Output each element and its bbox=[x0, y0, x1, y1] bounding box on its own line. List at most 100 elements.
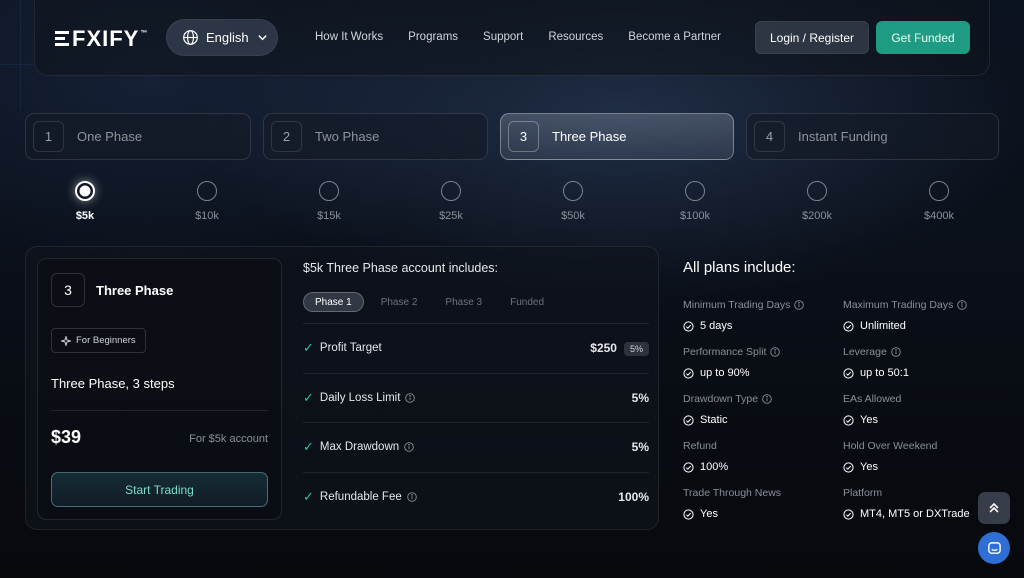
check-circle-icon bbox=[843, 320, 854, 332]
size-option-50k[interactable]: $50k bbox=[543, 181, 603, 222]
size-option-10k[interactable]: $10k bbox=[177, 181, 237, 222]
feature-value: Yes bbox=[700, 508, 718, 520]
info-icon[interactable] bbox=[762, 394, 772, 404]
brand-logo[interactable]: FXIFY ™ bbox=[55, 26, 148, 52]
size-option-25k[interactable]: $25k bbox=[421, 181, 481, 222]
badge-label: For Beginners bbox=[76, 335, 136, 346]
includes-list: ✓ Profit Target $250 5% ✓ Daily Loss Limi… bbox=[303, 323, 649, 521]
feature-label: Refund bbox=[683, 440, 717, 452]
row-label: Max Drawdown bbox=[319, 441, 400, 454]
feature-value-row: Yes bbox=[843, 461, 993, 473]
feature-value: up to 50:1 bbox=[860, 367, 909, 379]
nav-how-it-works[interactable]: How It Works bbox=[315, 31, 383, 43]
tab-three-phase[interactable]: 3 Three Phase bbox=[500, 113, 734, 160]
list-item: ✓ Max Drawdown 5% bbox=[303, 422, 649, 472]
tab-label: Two Phase bbox=[315, 129, 380, 144]
background-grid-line bbox=[0, 64, 34, 65]
feature-label-row: Minimum Trading Days bbox=[683, 299, 833, 311]
info-icon[interactable] bbox=[770, 347, 781, 357]
language-selector[interactable]: English bbox=[166, 19, 278, 56]
tab-instant-funding[interactable]: 4 Instant Funding bbox=[746, 113, 999, 160]
feature-value-row: 100% bbox=[683, 461, 833, 473]
feature-value-row: MT4, MT5 or DXTrade bbox=[843, 508, 993, 520]
chat-button[interactable] bbox=[978, 532, 1010, 564]
row-value: 5% bbox=[631, 440, 649, 455]
check-circle-icon bbox=[843, 461, 854, 473]
phase-tabs: Phase 1 Phase 2 Phase 3 Funded bbox=[303, 292, 561, 312]
feature-label: Hold Over Weekend bbox=[843, 440, 938, 452]
info-icon[interactable] bbox=[794, 300, 805, 310]
check-icon: ✓ bbox=[303, 488, 314, 504]
plan-description: Three Phase, 3 steps bbox=[51, 376, 175, 391]
nav-resources[interactable]: Resources bbox=[548, 31, 603, 43]
feature-value: Unlimited bbox=[860, 320, 906, 332]
info-icon[interactable] bbox=[957, 300, 968, 310]
feature-item: Platform MT4, MT5 or DXTrade bbox=[843, 487, 993, 520]
feature-value-row: up to 90% bbox=[683, 367, 833, 379]
feature-item: Trade Through News Yes bbox=[683, 487, 833, 520]
info-icon[interactable] bbox=[891, 347, 901, 357]
size-option-400k[interactable]: $400k bbox=[909, 181, 969, 222]
feature-label-row: Trade Through News bbox=[683, 487, 833, 499]
feature-value: MT4, MT5 or DXTrade bbox=[860, 508, 970, 520]
nav-programs[interactable]: Programs bbox=[408, 31, 458, 43]
info-icon[interactable] bbox=[404, 442, 414, 453]
phase-tab-3[interactable]: Phase 3 bbox=[434, 292, 493, 312]
feature-value-row: Yes bbox=[843, 414, 993, 426]
radio-circle bbox=[685, 181, 705, 201]
size-label: $5k bbox=[75, 210, 95, 222]
get-funded-button[interactable]: Get Funded bbox=[876, 21, 970, 54]
brand-name: FXIFY bbox=[72, 26, 140, 51]
phase-tab-funded[interactable]: Funded bbox=[499, 292, 555, 312]
tab-two-phase[interactable]: 2 Two Phase bbox=[263, 113, 488, 160]
size-option-100k[interactable]: $100k bbox=[665, 181, 725, 222]
row-label: Profit Target bbox=[319, 342, 382, 355]
login-register-button[interactable]: Login / Register bbox=[755, 21, 869, 54]
size-label: $50k bbox=[561, 210, 585, 222]
feature-value-row: Static bbox=[683, 414, 833, 426]
plan-price: $39 bbox=[51, 427, 82, 447]
plan-number: 3 bbox=[51, 273, 85, 307]
site-header: FXIFY ™ English How It Works Programs Sup… bbox=[34, 0, 990, 76]
feature-label: Minimum Trading Days bbox=[683, 299, 791, 311]
info-icon[interactable] bbox=[405, 392, 416, 403]
background-grid-line bbox=[20, 0, 21, 110]
start-trading-button[interactable]: Start Trading bbox=[51, 472, 268, 507]
feature-value-row: Yes bbox=[683, 508, 833, 520]
feature-label-row: Hold Over Weekend bbox=[843, 440, 993, 452]
globe-icon bbox=[183, 30, 198, 45]
tab-number: 2 bbox=[271, 121, 302, 152]
feature-item: Hold Over Weekend Yes bbox=[843, 440, 993, 473]
plan-details-card: 3 Three Phase For Beginners Three Phase,… bbox=[25, 246, 659, 530]
list-item: ✓ Refundable Fee 100% bbox=[303, 471, 649, 522]
feature-value: 100% bbox=[700, 461, 729, 473]
phase-tab-1[interactable]: Phase 1 bbox=[303, 292, 364, 312]
feature-label-row: Performance Split bbox=[683, 346, 833, 358]
tab-one-phase[interactable]: 1 One Phase bbox=[25, 113, 251, 160]
chevron-down-icon bbox=[257, 35, 267, 41]
feature-label-row: Platform bbox=[843, 487, 993, 499]
size-label: $25k bbox=[439, 210, 463, 222]
radio-circle bbox=[197, 181, 217, 201]
tab-number: 3 bbox=[508, 121, 539, 152]
row-label: Refundable Fee bbox=[319, 490, 402, 503]
size-option-15k[interactable]: $15k bbox=[299, 181, 359, 222]
tab-label: One Phase bbox=[77, 129, 143, 144]
size-option-5k[interactable]: $5k bbox=[55, 181, 115, 222]
feature-label-row: Maximum Trading Days bbox=[843, 299, 993, 311]
tab-number: 4 bbox=[754, 121, 785, 152]
main-nav: How It Works Programs Support Resources … bbox=[315, 31, 746, 43]
check-circle-icon bbox=[683, 508, 694, 520]
feature-item: Minimum Trading Days 5 days bbox=[683, 299, 833, 332]
phase-tab-2[interactable]: Phase 2 bbox=[370, 292, 429, 312]
size-option-200k[interactable]: $200k bbox=[787, 181, 847, 222]
list-item: ✓ Daily Loss Limit 5% bbox=[303, 372, 649, 423]
percent-badge: 5% bbox=[623, 341, 649, 356]
nav-become-partner[interactable]: Become a Partner bbox=[628, 31, 721, 43]
info-icon[interactable] bbox=[406, 491, 417, 502]
nav-support[interactable]: Support bbox=[483, 31, 523, 43]
feature-item: Refund 100% bbox=[683, 440, 833, 473]
feature-item: Drawdown Type Static bbox=[683, 393, 833, 426]
feature-label: Performance Split bbox=[683, 346, 767, 358]
scroll-top-button[interactable] bbox=[978, 492, 1010, 524]
